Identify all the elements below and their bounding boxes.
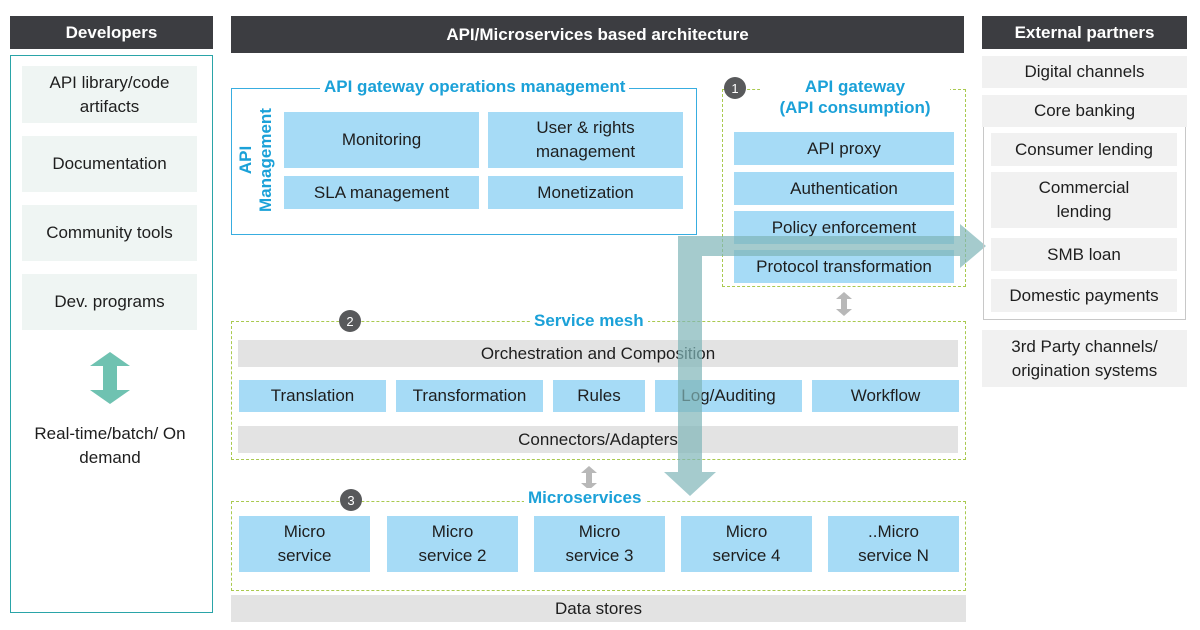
core-commercial-lending: Commercial lending bbox=[991, 172, 1177, 228]
dev-item-dev-programs: Dev. programs bbox=[22, 274, 197, 330]
data-stores-bar: Data stores bbox=[231, 595, 966, 622]
dev-mode-label: Real-time/batch/ On demand bbox=[34, 424, 186, 467]
microservices-title: Microservices bbox=[524, 488, 646, 508]
api-gateway-title-line1: API gateway bbox=[804, 77, 906, 96]
mesh-translation: Translation bbox=[239, 380, 386, 412]
mesh-transformation: Transformation bbox=[396, 380, 543, 412]
api-gateway-title-line2: (API consumption) bbox=[779, 98, 931, 117]
external-partners-header: External partners bbox=[982, 16, 1187, 49]
core-consumer-lending: Consumer lending bbox=[991, 133, 1177, 166]
badge-3: 3 bbox=[340, 489, 362, 511]
partner-third-party: 3rd Party channels/ origination systems bbox=[982, 330, 1187, 387]
service-mesh-title: Service mesh bbox=[530, 311, 648, 331]
microservice-n: ..Micro service N bbox=[828, 516, 959, 572]
developers-header: Developers bbox=[10, 16, 213, 49]
side-label-line1: API bbox=[236, 145, 255, 175]
dev-item-api-library: API library/code artifacts bbox=[22, 66, 197, 123]
side-label-line2: Management bbox=[256, 108, 275, 212]
gw-authentication: Authentication bbox=[734, 172, 954, 205]
gw-api-proxy: API proxy bbox=[734, 132, 954, 165]
partner-digital-channels: Digital channels bbox=[982, 56, 1187, 88]
microservice-2: Micro service 2 bbox=[387, 516, 518, 572]
microservice-1: Micro service bbox=[239, 516, 370, 572]
dev-item-community-tools: Community tools bbox=[22, 205, 197, 261]
mgmt-user-rights: User & rights management bbox=[488, 112, 683, 168]
badge-1: 1 bbox=[724, 77, 746, 99]
mesh-rules: Rules bbox=[553, 380, 645, 412]
flow-arrow-icon bbox=[664, 224, 986, 496]
microservice-3: Micro service 3 bbox=[534, 516, 665, 572]
api-gateway-title: API gateway (API consumption) bbox=[760, 76, 950, 118]
mgmt-monetization: Monetization bbox=[488, 176, 683, 209]
double-arrow-vertical-icon bbox=[90, 352, 130, 404]
core-domestic-payments: Domestic payments bbox=[991, 279, 1177, 312]
mesh-microservices-arrow-icon bbox=[581, 466, 597, 490]
partner-core-banking: Core banking bbox=[982, 95, 1187, 127]
mgmt-sla: SLA management bbox=[284, 176, 479, 209]
badge-2: 2 bbox=[339, 310, 361, 332]
microservice-4: Micro service 4 bbox=[681, 516, 812, 572]
architecture-header: API/Microservices based architecture bbox=[231, 16, 964, 53]
mgmt-monitoring: Monitoring bbox=[284, 112, 479, 168]
dev-item-documentation: Documentation bbox=[22, 136, 197, 192]
api-management-title: API gateway operations management bbox=[320, 77, 630, 97]
core-smb-loan: SMB loan bbox=[991, 238, 1177, 271]
